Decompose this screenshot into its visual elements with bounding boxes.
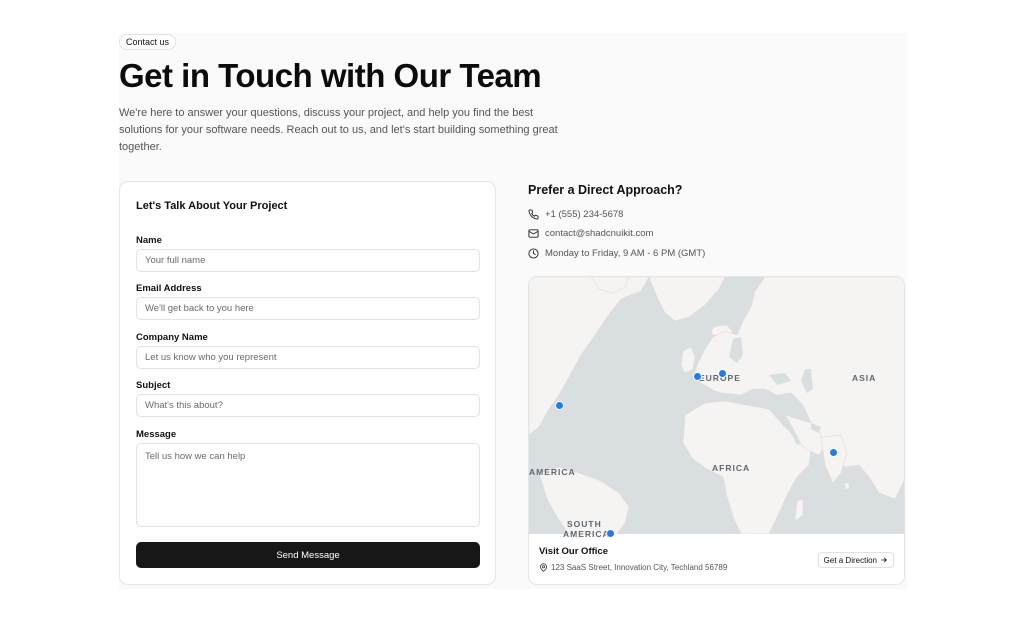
- email-address: contact@shadcnuikit.com: [545, 227, 654, 239]
- map-marker-london[interactable]: [693, 372, 702, 381]
- phone-icon: [528, 208, 539, 219]
- phone-row[interactable]: +1 (555) 234-5678: [528, 207, 623, 221]
- direct-approach-title: Prefer a Direct Approach?: [528, 183, 683, 197]
- email-row[interactable]: contact@shadcnuikit.com: [528, 226, 653, 240]
- form-title: Let's Talk About Your Project: [136, 200, 288, 212]
- message-label: Message: [136, 429, 177, 440]
- map-land-shapes: [529, 277, 904, 534]
- name-label: Name: [136, 235, 162, 246]
- get-direction-label: Get a Direction: [823, 555, 877, 565]
- map-label-south: SOUTH: [567, 519, 602, 529]
- map-label-america: AMERICA: [529, 467, 576, 477]
- email-label: Email Address: [136, 283, 202, 294]
- message-textarea[interactable]: [136, 443, 480, 527]
- page-title: Get in Touch with Our Team: [119, 57, 542, 94]
- clock-icon: [528, 247, 539, 259]
- name-input[interactable]: [136, 249, 480, 272]
- mail-icon: [528, 228, 539, 238]
- map-marker-sao-paulo[interactable]: [606, 529, 615, 538]
- office-title: Visit Our Office: [539, 546, 608, 557]
- company-label: Company Name: [136, 332, 208, 343]
- map-pin-icon: [540, 563, 547, 572]
- get-direction-button[interactable]: Get a Direction: [817, 552, 894, 568]
- office-address: 123 SaaS Street, Innovation City, Techla…: [551, 563, 728, 572]
- phone-number: +1 (555) 234-5678: [545, 208, 624, 220]
- map-card: EUROPE ASIA AFRICA AMERICA SOUTH AMERICA…: [528, 276, 905, 585]
- subject-input[interactable]: [136, 394, 480, 417]
- contact-badge: Contact us: [119, 34, 177, 50]
- map-marker-berlin[interactable]: [718, 369, 727, 378]
- company-input[interactable]: [136, 346, 480, 369]
- map-label-asia: ASIA: [852, 373, 877, 383]
- email-input[interactable]: [136, 297, 480, 320]
- world-map[interactable]: EUROPE ASIA AFRICA AMERICA SOUTH AMERICA: [529, 277, 904, 539]
- office-address-row: 123 SaaS Street, Innovation City, Techla…: [539, 563, 727, 572]
- subject-label: Subject: [136, 380, 171, 391]
- map-marker-new-york[interactable]: [555, 401, 564, 410]
- map-label-africa: AFRICA: [712, 463, 751, 473]
- contact-form-card: Let's Talk About Your Project Name Email…: [119, 181, 496, 585]
- office-hours: Monday to Friday, 9 AM - 6 PM (GMT): [545, 247, 706, 259]
- arrow-right-icon: [881, 557, 887, 563]
- map-marker-mumbai[interactable]: [829, 448, 838, 457]
- map-label-south-america: AMERICA: [563, 529, 610, 539]
- hours-row: Monday to Friday, 9 AM - 6 PM (GMT): [528, 246, 705, 260]
- page-subtitle: We're here to answer your questions, dis…: [119, 107, 558, 153]
- send-message-button[interactable]: Send Message: [136, 542, 480, 568]
